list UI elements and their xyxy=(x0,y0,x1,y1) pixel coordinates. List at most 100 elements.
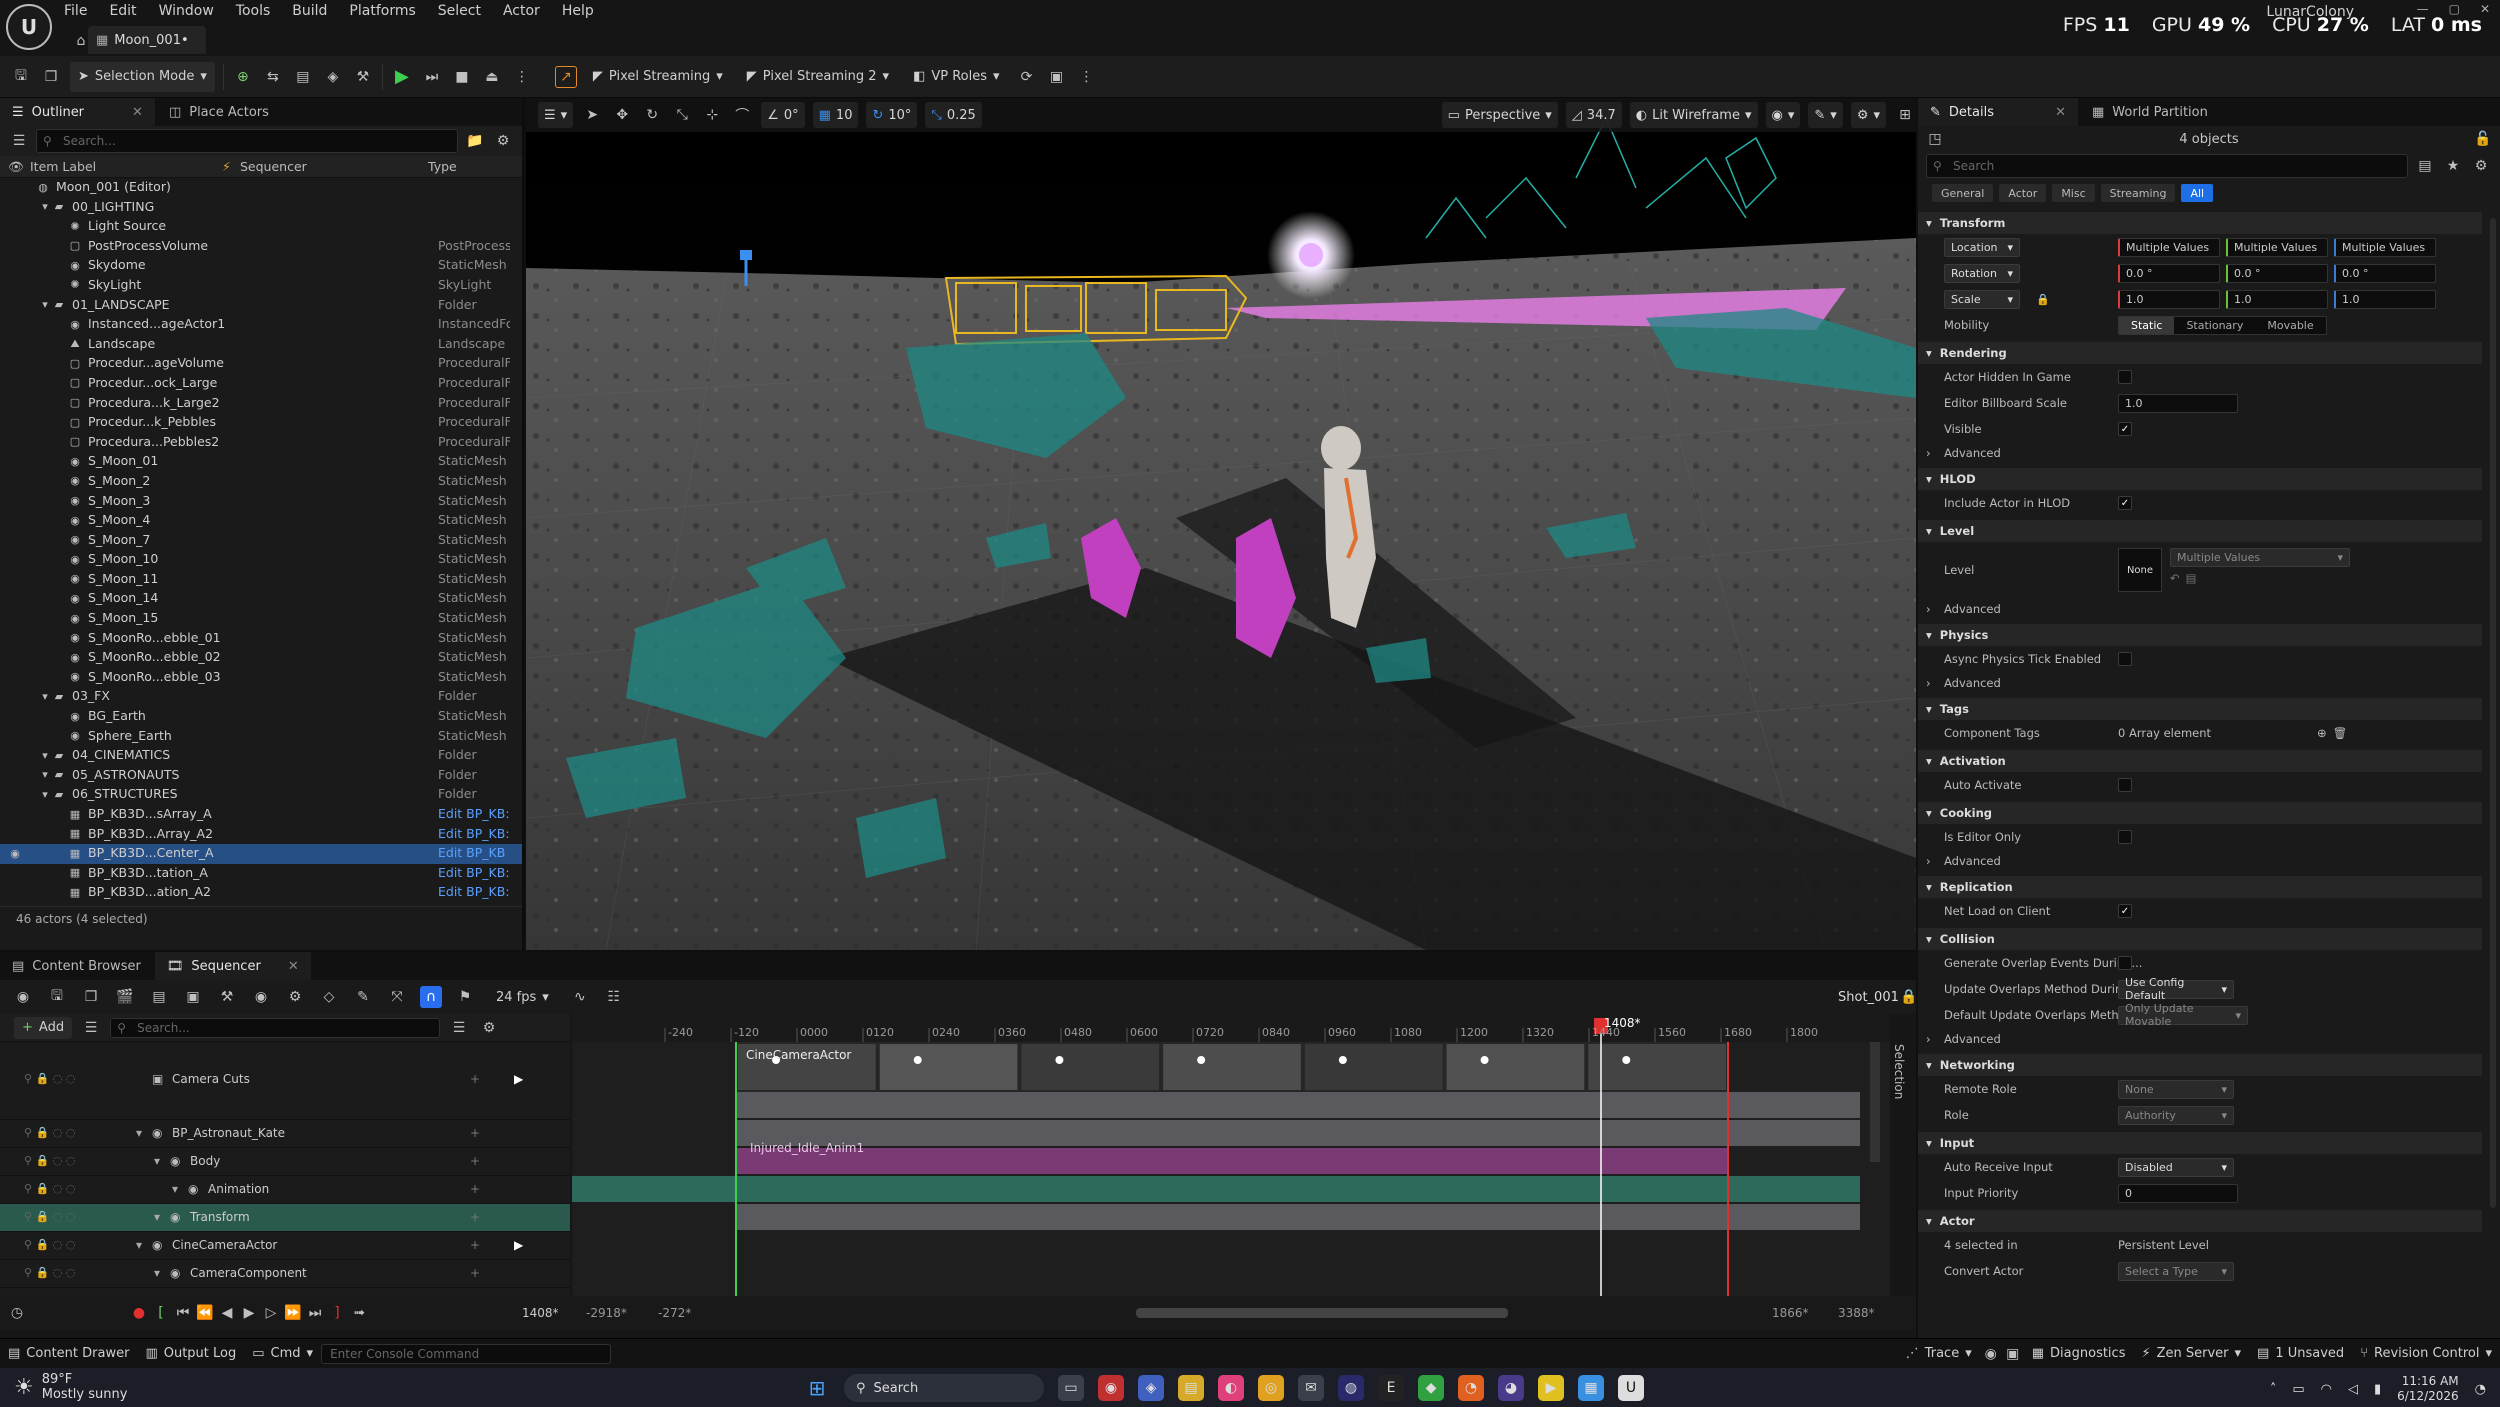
menu-window[interactable]: Window xyxy=(159,3,214,19)
chrome-icon[interactable]: ◎ xyxy=(1258,1375,1284,1401)
actor-hidden-checkbox[interactable] xyxy=(2118,370,2132,384)
advanced-toggle[interactable]: › Advanced xyxy=(1918,442,2482,464)
add-key-icon[interactable]: + xyxy=(470,1072,480,1086)
add-folder-icon[interactable]: 📁 xyxy=(464,130,486,152)
range-end-icon[interactable]: ] xyxy=(326,1302,348,1324)
menu-tools[interactable]: Tools xyxy=(236,3,271,19)
camera-lock-icon[interactable]: ▶ xyxy=(514,1238,523,1252)
outliner-row[interactable]: ▾ ▰ 05_ASTRONAUTS Folder xyxy=(0,766,522,786)
fov-button[interactable]: ◿ 34.7 xyxy=(1565,102,1622,128)
outliner-row[interactable]: ⛰ Landscape Landscape xyxy=(0,335,522,355)
outliner-row[interactable]: ◍ Moon_001 (Editor) xyxy=(0,178,522,198)
menu-platforms[interactable]: Platforms xyxy=(349,3,415,19)
tab-sequencer[interactable]: 🎞 Sequencer ✕ xyxy=(154,952,311,980)
menu-select[interactable]: Select xyxy=(438,3,481,19)
tab-world-partition[interactable]: ▦ World Partition xyxy=(2080,98,2220,126)
settings-icon[interactable]: ⚙ xyxy=(2470,155,2492,177)
include-hlod-checkbox[interactable]: ✓ xyxy=(2118,496,2132,510)
outliner-row[interactable]: ▾ ▰ 01_LANDSCAPE Folder xyxy=(0,296,522,316)
expand-arrow-icon[interactable]: ▾ xyxy=(38,689,52,703)
add-key-icon[interactable]: + xyxy=(470,1182,480,1196)
outliner-row[interactable]: ◉ BG_Earth StaticMesh xyxy=(0,707,522,727)
billboard-scale-input[interactable]: 1.0 xyxy=(2118,393,2238,413)
expand-icon[interactable]: ☰ xyxy=(448,1017,470,1039)
grid-snap-button[interactable]: ▦ 10 xyxy=(812,102,859,128)
outliner-row[interactable]: ◉ S_Moon_11 StaticMesh xyxy=(0,570,522,590)
section-input[interactable]: ▾ Input xyxy=(1918,1132,2482,1154)
section-transform[interactable]: ▾ Transform xyxy=(1918,212,2482,234)
outliner-row[interactable]: ◉ S_Moon_3 StaticMesh xyxy=(0,492,522,512)
curve-editor-icon[interactable]: ∿ xyxy=(569,986,591,1008)
stopwatch-icon[interactable]: ◷ xyxy=(6,1302,28,1324)
section-physics[interactable]: ▾ Physics xyxy=(1918,624,2482,646)
add-key-icon[interactable]: + xyxy=(470,1210,480,1224)
section-networking[interactable]: ▾ Networking xyxy=(1918,1054,2482,1076)
track-controls[interactable]: ⚲ 🔒 ◌ ◌ xyxy=(24,1238,75,1251)
outliner-row[interactable]: ▦ BP_KB3D...tation_A Edit BP_KB: xyxy=(0,864,522,884)
outliner-row[interactable]: ◉ S_MoonRo...ebble_02 StaticMesh xyxy=(0,648,522,668)
volume-icon[interactable]: ◁ xyxy=(2348,1382,2358,1397)
advanced-toggle[interactable]: › Advanced xyxy=(1918,672,2482,694)
section-tags[interactable]: ▾ Tags xyxy=(1918,698,2482,720)
close-icon[interactable]: ✕ xyxy=(288,959,299,974)
outliner-row[interactable]: ◉ S_Moon_4 StaticMesh xyxy=(0,511,522,531)
section-activation[interactable]: ▾ Activation xyxy=(1918,750,2482,772)
outliner-row[interactable]: ◉ Instanced...ageActor1 InstancedFo xyxy=(0,315,522,335)
row-type[interactable]: Edit BP_KB: xyxy=(438,826,510,841)
outliner-row[interactable]: ▾ ▰ 03_FX Folder xyxy=(0,687,522,707)
level-viewport[interactable]: ☰ ▾ ➤ ✥ ↻ ⤡ ⊹ ⌒ ∠ 0° ▦ 10 ↻ 10° ⤡ 0.25 ▭ Persp… xyxy=(526,98,1916,950)
outliner-row[interactable]: ▢ PostProcessVolume PostProcess xyxy=(0,237,522,257)
sequencer-timeline[interactable]: -240 -120 0000 0120 0240 0360 0480 0600 0720 0840… xyxy=(572,1014,1906,1296)
location-x[interactable]: Multiple Values xyxy=(2118,237,2220,257)
outliner-row[interactable]: ◉ S_MoonRo...ebble_01 StaticMesh xyxy=(0,629,522,649)
cinematics-icon[interactable]: ▤ xyxy=(292,66,314,88)
row-type[interactable]: Edit BP_KB: xyxy=(438,884,510,899)
unreal-taskbar-icon[interactable]: U xyxy=(1618,1375,1644,1401)
menu-build[interactable]: Build xyxy=(292,3,327,19)
scale-y[interactable]: 1.0 xyxy=(2226,289,2328,309)
expand-arrow-icon[interactable]: ▾ xyxy=(38,768,52,782)
filter-icon[interactable]: ☰ xyxy=(8,130,30,152)
browse-icon[interactable]: ▤ xyxy=(2186,571,2197,585)
outliner-row[interactable]: ▢ Procedur...ock_Large ProceduralF xyxy=(0,374,522,394)
section-level[interactable]: ▾ Level xyxy=(1918,520,2482,542)
chevron-down-icon[interactable]: ▾ xyxy=(154,1210,160,1224)
advanced-toggle[interactable]: › Advanced xyxy=(1918,598,2482,620)
outliner-row[interactable]: ▢ Procedura...k_Large2 ProceduralF xyxy=(0,394,522,414)
selection-mode-button[interactable]: ➤ Selection Mode ▾ xyxy=(70,61,215,92)
section-replication[interactable]: ▾ Replication xyxy=(1918,876,2482,898)
start-icon[interactable]: ⊞ xyxy=(804,1375,830,1401)
scale-dropdown[interactable]: Scale ▾ xyxy=(1944,289,2020,309)
track-controls[interactable]: ⚲ 🔒 ◌ ◌ xyxy=(24,1266,75,1279)
location-z[interactable]: Multiple Values xyxy=(2334,237,2436,257)
chevron-up-icon[interactable]: ˄ xyxy=(2270,1382,2277,1397)
console-input[interactable]: Enter Console Command xyxy=(321,1343,612,1364)
outliner-row[interactable]: ◉ S_Moon_01 StaticMesh xyxy=(0,452,522,472)
save-icon[interactable]: 🖫 xyxy=(46,986,68,1008)
track-row[interactable]: ⚲ 🔒 ◌ ◌ ▾ ◉ Transform + xyxy=(0,1204,570,1232)
remote-role-dropdown[interactable]: None ▾ xyxy=(2118,1079,2234,1099)
sync-icon[interactable]: ⟳ xyxy=(1016,66,1038,88)
outliner-row[interactable]: ◉ S_Moon_15 StaticMesh xyxy=(0,609,522,629)
surface-snap-icon[interactable]: ⌒ xyxy=(731,104,753,126)
move-tool-icon[interactable]: ✥ xyxy=(611,104,633,126)
add-key-icon[interactable]: + xyxy=(470,1126,480,1140)
add-actor-icon[interactable]: ⊕ xyxy=(232,66,254,88)
trace-button[interactable]: ⋰ Trace ▾ xyxy=(1898,1339,1980,1369)
app4-icon[interactable]: ▶ xyxy=(1538,1375,1564,1401)
add-icon[interactable]: ⊕ xyxy=(2317,726,2327,740)
chevron-down-icon[interactable]: ▾ xyxy=(172,1182,178,1196)
settings-icon[interactable]: ⚙ xyxy=(492,130,514,152)
current-frame[interactable]: 1408* xyxy=(522,1306,559,1320)
track-row[interactable]: ⚲ 🔒 ◌ ◌ ▣ Camera Cuts + ▶ xyxy=(0,1042,570,1120)
lock-ratio-icon[interactable]: 🔒 xyxy=(2036,293,2050,306)
photos-icon[interactable]: ◐ xyxy=(1218,1375,1244,1401)
step-icon[interactable]: ⏭ xyxy=(421,66,443,88)
timeline-scrollbar[interactable] xyxy=(1136,1308,1508,1318)
row-type[interactable]: Edit BP_KB xyxy=(438,845,510,860)
play-icon[interactable]: ▶ xyxy=(238,1302,260,1324)
expand-arrow-icon[interactable]: ▾ xyxy=(38,298,52,312)
convert-actor-dropdown[interactable]: Select a Type ▾ xyxy=(2118,1261,2234,1281)
range-start-icon[interactable]: [ xyxy=(150,1302,172,1324)
viewport-settings-button[interactable]: ⚙ ▾ xyxy=(1850,102,1886,128)
